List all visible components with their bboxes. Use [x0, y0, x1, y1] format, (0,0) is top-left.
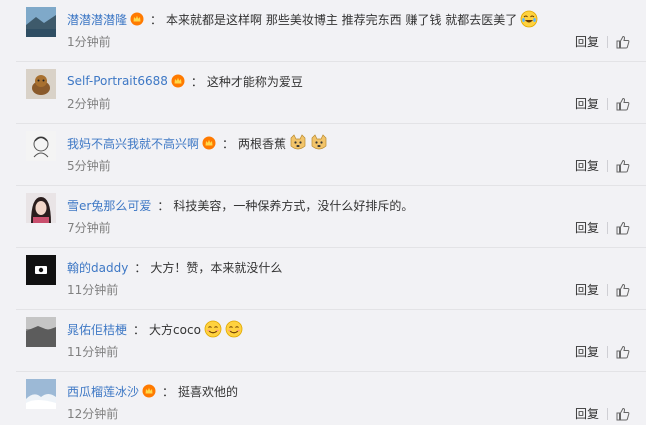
timestamp: 11分钟前 [67, 283, 119, 297]
colon-separator: ： [190, 74, 203, 89]
action-divider [607, 407, 608, 420]
comment-text: 科技美容，一种保养方式，没什么好排斥的。 [173, 198, 414, 213]
colon-separator: ： [157, 198, 170, 213]
reply-button[interactable]: 回复 [575, 157, 599, 174]
comment-item: 潜潜潜潜隆 ： 本来就都是这样啊 那些美妆博主 推荐完东西 赚了钱 就都去医美了… [0, 0, 646, 62]
username-link[interactable]: 雪er兔那么可爱 [67, 197, 151, 214]
crown-badge-icon [142, 384, 156, 398]
comment-main: 潜潜潜潜隆 ： 本来就都是这样啊 那些美妆博主 推荐完东西 赚了钱 就都去医美了 [67, 9, 538, 29]
action-divider [607, 221, 608, 234]
action-divider [607, 283, 608, 296]
comment-text: 两根香蕉 [238, 136, 287, 151]
reply-button[interactable]: 回复 [575, 405, 599, 422]
avatar[interactable] [26, 69, 56, 99]
timestamp: 5分钟前 [67, 159, 111, 173]
comment-item: 翰的daddy ： 大方！赞，本来就没什么 11分钟前 回复 [0, 248, 646, 310]
thumbs-up-icon[interactable] [616, 159, 630, 173]
avatar[interactable] [26, 131, 56, 161]
username-link[interactable]: 翰的daddy [67, 259, 128, 276]
reply-button[interactable]: 回复 [575, 281, 599, 298]
avatar[interactable] [26, 7, 56, 37]
username-link[interactable]: 西瓜榴莲冰沙 [67, 383, 139, 400]
comment-actions: 回复 [575, 33, 630, 50]
username-link[interactable]: 晁佑佢桔梗 [67, 321, 127, 338]
comment-item: 晁佑佢桔梗 ： 大方coco 11分钟前 回复 [0, 310, 646, 372]
comment-main: 雪er兔那么可爱 ： 科技美容，一种保养方式，没什么好排斥的。 [67, 195, 413, 215]
timestamp: 2分钟前 [67, 97, 111, 111]
comment-actions: 回复 [575, 219, 630, 236]
doge-emoji-icon [290, 134, 306, 150]
timestamp: 11分钟前 [67, 345, 119, 359]
comment-actions: 回复 [575, 343, 630, 360]
smile-emoji-icon [204, 320, 222, 338]
action-divider [607, 159, 608, 172]
crown-badge-icon [171, 74, 185, 88]
colon-separator: ： [222, 136, 235, 151]
comment-main: 翰的daddy ： 大方！赞，本来就没什么 [67, 257, 282, 277]
comment-item: 雪er兔那么可爱 ： 科技美容，一种保养方式，没什么好排斥的。 7分钟前 回复 [0, 186, 646, 248]
comment-actions: 回复 [575, 95, 630, 112]
avatar[interactable] [26, 317, 56, 347]
reply-button[interactable]: 回复 [575, 219, 599, 236]
comment-item: 我妈不高兴我就不高兴啊 ： 两根香蕉 5分钟前 回复 [0, 124, 646, 186]
reply-button[interactable]: 回复 [575, 33, 599, 50]
comment-text: 大方！赞，本来就没什么 [150, 260, 283, 275]
username-link[interactable]: 潜潜潜潜隆 [67, 11, 127, 28]
avatar[interactable] [26, 255, 56, 285]
comment-text: 这种才能称为爱豆 [206, 74, 303, 89]
comment-item: 西瓜榴莲冰沙 ： 挺喜欢他的 12分钟前 回复 [0, 372, 646, 425]
colon-separator: ： [162, 384, 175, 399]
comment-item: Self-Portrait6688 ： 这种才能称为爱豆 2分钟前 回复 [0, 62, 646, 124]
comment-text: 本来就都是这样啊 那些美妆博主 推荐完东西 赚了钱 就都去医美了 [166, 12, 518, 27]
comment-text: 挺喜欢他的 [178, 384, 239, 399]
comment-text: 大方coco [149, 322, 201, 337]
comment-actions: 回复 [575, 157, 630, 174]
comment-main: 西瓜榴莲冰沙 ： 挺喜欢他的 [67, 381, 238, 401]
comment-main: Self-Portrait6688 ： 这种才能称为爱豆 [67, 71, 303, 91]
avatar[interactable] [26, 193, 56, 223]
colon-separator: ： [134, 260, 147, 275]
comment-main: 我妈不高兴我就不高兴啊 ： 两根香蕉 [67, 133, 328, 153]
comment-actions: 回复 [575, 405, 630, 422]
thumbs-up-icon[interactable] [616, 407, 630, 421]
comment-list: 潜潜潜潜隆 ： 本来就都是这样啊 那些美妆博主 推荐完东西 赚了钱 就都去医美了… [0, 0, 646, 425]
username-link[interactable]: Self-Portrait6688 [67, 74, 168, 88]
action-divider [607, 97, 608, 110]
thumbs-up-icon[interactable] [616, 221, 630, 235]
comment-main: 晁佑佢桔梗 ： 大方coco [67, 319, 243, 339]
reply-button[interactable]: 回复 [575, 95, 599, 112]
comment-actions: 回复 [575, 281, 630, 298]
crown-badge-icon [130, 12, 144, 26]
crown-badge-icon [202, 136, 216, 150]
doge-emoji-icon [311, 134, 327, 150]
timestamp: 7分钟前 [67, 221, 111, 235]
action-divider [607, 35, 608, 48]
colon-separator: ： [150, 12, 163, 27]
username-link[interactable]: 我妈不高兴我就不高兴啊 [67, 135, 199, 152]
timestamp: 12分钟前 [67, 407, 119, 421]
thumbs-up-icon[interactable] [616, 35, 630, 49]
smile-emoji-icon [225, 320, 243, 338]
thumbs-up-icon[interactable] [616, 345, 630, 359]
action-divider [607, 345, 608, 358]
timestamp: 1分钟前 [67, 35, 111, 49]
reply-button[interactable]: 回复 [575, 343, 599, 360]
colon-separator: ： [133, 322, 146, 337]
laugh-tears-emoji-icon [520, 10, 538, 28]
thumbs-up-icon[interactable] [616, 97, 630, 111]
thumbs-up-icon[interactable] [616, 283, 630, 297]
avatar[interactable] [26, 379, 56, 409]
